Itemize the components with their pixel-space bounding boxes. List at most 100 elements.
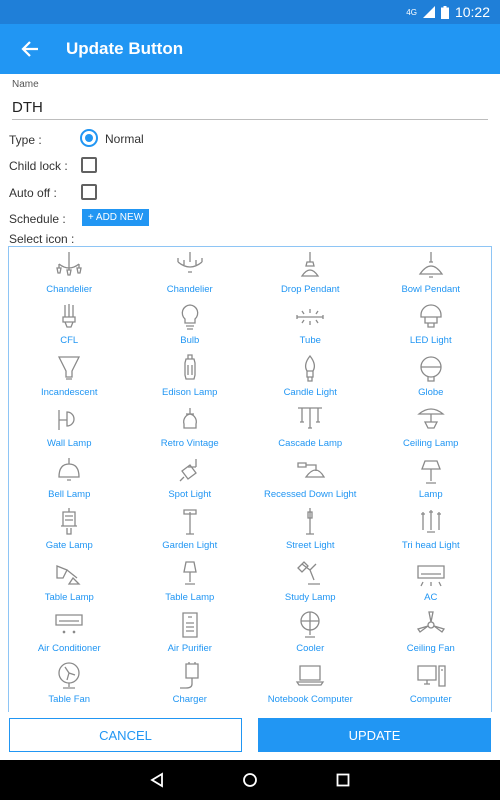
tri-head-light-icon bbox=[420, 510, 441, 534]
icon-option[interactable]: AC bbox=[371, 555, 492, 606]
icon-option-label: Incandescent bbox=[40, 386, 98, 398]
cascade-lamp-icon bbox=[298, 407, 323, 429]
globe-icon bbox=[420, 355, 442, 382]
icon-option-label: Tri head Light bbox=[401, 540, 460, 552]
icon-option-label: Cascade Lamp bbox=[278, 437, 343, 449]
icon-option[interactable]: Lamp bbox=[371, 452, 492, 503]
auto-off-checkbox[interactable] bbox=[81, 184, 97, 200]
icon-option[interactable]: Ceiling Fan bbox=[371, 606, 492, 657]
cooler-icon bbox=[300, 611, 320, 638]
child-lock-checkbox[interactable] bbox=[81, 157, 97, 173]
icon-option[interactable]: Ceiling Lamp bbox=[371, 401, 492, 452]
table-lamp2-icon bbox=[182, 561, 197, 585]
icon-option[interactable]: Study Lamp bbox=[250, 555, 371, 606]
spot-light-icon bbox=[179, 459, 197, 482]
icon-option-label: Computer bbox=[409, 694, 452, 706]
ceiling-fan-icon bbox=[416, 611, 445, 634]
icon-option-label: Bowl Pendant bbox=[401, 284, 461, 295]
battery-icon bbox=[440, 5, 449, 19]
icon-option-label: CFL bbox=[60, 335, 79, 347]
app-bar: Update Button bbox=[0, 24, 500, 74]
garden-light-icon bbox=[183, 509, 197, 536]
lamp-icon bbox=[420, 460, 441, 484]
icon-option[interactable]: Air Purifier bbox=[130, 606, 251, 657]
icon-option[interactable]: Drop Pendant bbox=[250, 247, 371, 298]
child-lock-label: Child lock : bbox=[9, 159, 68, 173]
update-button[interactable]: UPDATE bbox=[258, 718, 491, 752]
icon-option[interactable]: Table Lamp bbox=[9, 555, 130, 606]
icon-option-label: Edison Lamp bbox=[162, 386, 218, 398]
icon-option-label: AC bbox=[424, 591, 438, 603]
icon-option[interactable]: Spot Light bbox=[130, 452, 251, 503]
icon-option[interactable]: Bulb bbox=[130, 298, 251, 349]
air-conditioner-icon bbox=[55, 614, 83, 634]
icon-option[interactable]: LED Light bbox=[371, 298, 492, 349]
icon-option[interactable]: CFL bbox=[9, 298, 130, 349]
icon-option[interactable]: Table Fan bbox=[9, 657, 130, 708]
system-nav-bar bbox=[0, 760, 500, 800]
gate-lamp-icon bbox=[61, 508, 78, 536]
icon-option[interactable]: Candle Light bbox=[250, 350, 371, 401]
icon-option[interactable]: Retro Vintage bbox=[130, 401, 251, 452]
icon-option[interactable]: Edison Lamp bbox=[130, 350, 251, 401]
type-normal-label[interactable]: Normal bbox=[105, 132, 144, 146]
icon-option[interactable]: Chandelier bbox=[9, 247, 130, 298]
cfl-icon bbox=[62, 304, 76, 328]
icon-option-label: Table Fan bbox=[48, 694, 91, 706]
icon-grid: Chandelier Chandelier Drop Pendant Bowl Pen… bbox=[9, 247, 491, 709]
icon-option[interactable]: Cascade Lamp bbox=[250, 401, 371, 452]
drop-pendant-icon bbox=[301, 252, 320, 277]
icon-option-label: Candle Light bbox=[283, 386, 337, 398]
icon-option-label: Drop Pendant bbox=[280, 284, 340, 295]
icon-option[interactable]: Air Conditioner bbox=[9, 606, 130, 657]
select-icon-label: Select icon : bbox=[9, 232, 75, 246]
ac-icon bbox=[417, 565, 445, 587]
icon-option[interactable]: Globe bbox=[371, 350, 492, 401]
nav-home-icon[interactable] bbox=[242, 772, 258, 788]
icon-option[interactable]: Bell Lamp bbox=[9, 452, 130, 503]
icon-option-label: Garden Light bbox=[162, 540, 218, 552]
type-normal-radio[interactable] bbox=[80, 129, 98, 147]
type-label: Type : bbox=[9, 133, 42, 147]
tube-icon bbox=[296, 309, 324, 326]
nav-recents-icon[interactable] bbox=[335, 772, 351, 788]
back-button[interactable] bbox=[0, 24, 60, 74]
icon-option[interactable]: Table Lamp bbox=[130, 555, 251, 606]
icon-option[interactable]: Tube bbox=[250, 298, 371, 349]
icon-option[interactable]: Street Light bbox=[250, 503, 371, 554]
icon-option[interactable]: Charger bbox=[130, 657, 251, 708]
icon-option-label: Globe bbox=[418, 386, 444, 398]
clock: 10:22 bbox=[454, 4, 490, 20]
icon-option[interactable]: Recessed Down Light bbox=[250, 452, 371, 503]
icon-option[interactable]: Tri head Light bbox=[371, 503, 492, 554]
icon-option[interactable]: Incandescent bbox=[9, 350, 130, 401]
nav-back-icon[interactable] bbox=[149, 772, 165, 788]
icon-option[interactable]: Garden Light bbox=[130, 503, 251, 554]
icon-option-label: Air Purifier bbox=[167, 643, 212, 655]
icon-option-label: Chandelier bbox=[166, 284, 213, 295]
auto-off-label: Auto off : bbox=[9, 186, 57, 200]
icon-option[interactable]: Cooler bbox=[250, 606, 371, 657]
status-bar: 4G 10:22 bbox=[0, 0, 500, 24]
name-label: Name bbox=[12, 79, 39, 90]
recessed-down-light-icon bbox=[297, 462, 326, 478]
icon-option-label: Cooler bbox=[296, 643, 325, 655]
icon-option[interactable]: Wall Lamp bbox=[9, 401, 130, 452]
icon-option[interactable]: Chandelier bbox=[130, 247, 251, 298]
icon-option-label: Notebook Computer bbox=[267, 694, 353, 706]
icon-option[interactable]: Notebook Computer bbox=[250, 657, 371, 708]
add-new-schedule-button[interactable]: + ADD NEW bbox=[82, 209, 149, 226]
icon-option-label: Spot Light bbox=[168, 489, 212, 501]
icon-option-label: Gate Lamp bbox=[45, 540, 93, 552]
icon-option[interactable]: Bowl Pendant bbox=[371, 247, 492, 298]
bowl-pendant-icon bbox=[418, 252, 443, 278]
icon-option[interactable]: Gate Lamp bbox=[9, 503, 130, 554]
name-input[interactable] bbox=[12, 96, 488, 120]
icon-option[interactable]: Computer bbox=[371, 657, 492, 708]
incandescent-icon bbox=[58, 355, 81, 380]
icon-option-label: Bulb bbox=[180, 335, 200, 347]
signal-icon bbox=[422, 6, 435, 18]
page-title: Update Button bbox=[66, 39, 184, 58]
candle-light-icon bbox=[305, 354, 316, 382]
cancel-button[interactable]: CANCEL bbox=[9, 718, 242, 752]
